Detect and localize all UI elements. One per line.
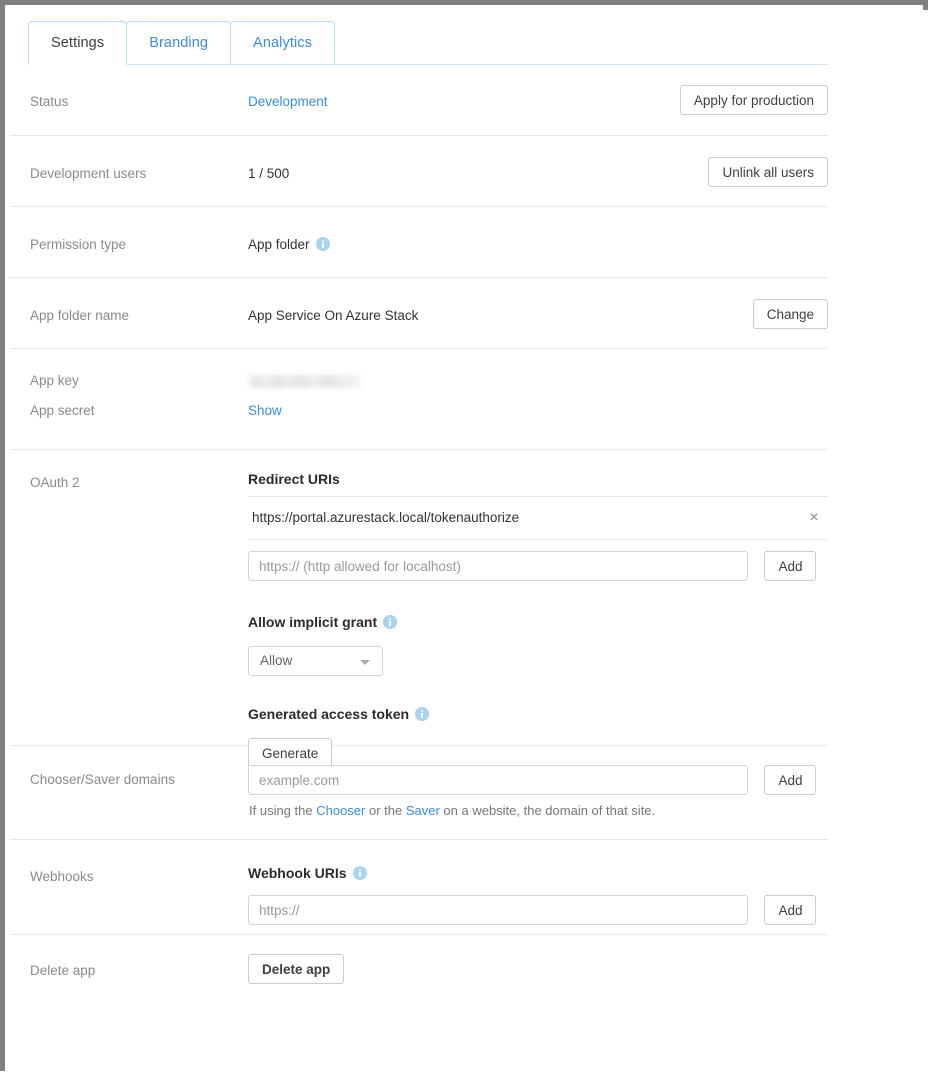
row-status: Status Development Apply for production — [10, 64, 828, 136]
window-frame: Settings Branding Analytics Status Devel… — [0, 0, 928, 1071]
row-chooser-saver-domains: Chooser/Saver domains Add If using the C… — [10, 746, 828, 840]
delete-app-label: Delete app — [30, 963, 95, 978]
apply-for-production-button[interactable]: Apply for production — [680, 85, 828, 115]
chooser-saver-add-group: Add — [248, 765, 816, 795]
permission-type-label: Permission type — [30, 237, 126, 252]
unlink-users-button-wrap: Unlink all users — [708, 157, 828, 187]
tab-branding-label: Branding — [149, 35, 208, 51]
chooser-saver-helper: If using the Chooser or the Saver on a w… — [249, 803, 655, 818]
app-secret-show-link[interactable]: Show — [248, 403, 282, 418]
saver-link[interactable]: Saver — [406, 803, 440, 818]
status-value-link[interactable]: Development — [248, 94, 328, 109]
allow-implicit-grant-heading: Allow implicit grant — [248, 614, 397, 630]
generated-access-token-heading: Generated access token — [248, 706, 429, 722]
app-secret-label: App secret — [30, 403, 95, 418]
webhook-uris-label: Webhook URIs — [248, 865, 347, 881]
row-permission-type: Permission type App folder — [10, 207, 828, 278]
row-delete-app: Delete app Delete app — [10, 935, 828, 1007]
redirect-uri-item: https://portal.azurestack.local/tokenaut… — [248, 496, 828, 540]
app-settings-page: Settings Branding Analytics Status Devel… — [10, 10, 928, 1076]
permission-type-value: App folder — [248, 237, 310, 252]
tab-settings[interactable]: Settings — [28, 21, 127, 65]
close-icon[interactable]: × — [804, 508, 824, 528]
info-icon[interactable] — [383, 615, 397, 629]
tab-branding[interactable]: Branding — [126, 21, 231, 65]
row-webhooks: Webhooks Webhook URIs Add — [10, 840, 828, 935]
redirect-uri-input[interactable] — [248, 551, 748, 581]
apply-production-button-wrap: Apply for production — [680, 85, 828, 115]
webhook-add-group: Add — [248, 895, 816, 925]
delete-app-button[interactable]: Delete app — [248, 954, 344, 984]
allow-implicit-grant-label: Allow implicit grant — [248, 614, 377, 630]
helper-prefix: If using the — [249, 803, 316, 818]
generated-access-token-label: Generated access token — [248, 706, 409, 722]
app-key-value — [248, 373, 361, 388]
redirect-uri-add-button[interactable]: Add — [764, 551, 816, 581]
permission-type-value-wrap: App folder — [248, 237, 330, 252]
tab-analytics[interactable]: Analytics — [230, 21, 335, 65]
row-oauth2: OAuth 2 Redirect URIs https://portal.azu… — [10, 450, 828, 746]
chooser-saver-add-button[interactable]: Add — [764, 765, 816, 795]
allow-implicit-grant-value: Allow — [260, 653, 292, 668]
helper-suffix: on a website, the domain of that site. — [440, 803, 655, 818]
row-development-users: Development users 1 / 500 Unlink all use… — [10, 136, 828, 207]
row-app-folder-name: App folder name App Service On Azure Sta… — [10, 278, 828, 349]
chevron-down-icon — [360, 660, 370, 665]
tab-list: Settings Branding Analytics — [28, 21, 334, 65]
allow-implicit-grant-select[interactable]: Allow — [248, 646, 383, 676]
change-button-wrap: Change — [753, 299, 828, 329]
settings-content: Status Development Apply for production … — [10, 64, 828, 1007]
row-app-credentials: App key App secret Show — [10, 349, 828, 450]
info-icon[interactable] — [353, 866, 367, 880]
development-users-value: 1 / 500 — [248, 166, 289, 181]
webhook-uris-heading: Webhook URIs — [248, 865, 367, 881]
chooser-saver-label: Chooser/Saver domains — [30, 772, 175, 787]
redirect-uris-heading: Redirect URIs — [248, 471, 340, 487]
development-users-label: Development users — [30, 166, 146, 181]
redirect-uri-add-group: Add — [248, 551, 816, 581]
app-folder-name-label: App folder name — [30, 308, 129, 323]
info-icon[interactable] — [415, 707, 429, 721]
tab-analytics-label: Analytics — [253, 35, 312, 51]
info-icon[interactable] — [316, 237, 330, 251]
tab-bar: Settings Branding Analytics — [10, 16, 828, 64]
change-button[interactable]: Change — [753, 299, 828, 329]
app-key-redacted — [248, 375, 361, 388]
helper-middle: or the — [365, 803, 405, 818]
webhook-uri-input[interactable] — [248, 895, 748, 925]
status-label: Status — [30, 94, 68, 109]
unlink-all-users-button[interactable]: Unlink all users — [708, 157, 828, 187]
webhook-add-button[interactable]: Add — [764, 895, 816, 925]
chooser-link[interactable]: Chooser — [316, 803, 365, 818]
tab-settings-label: Settings — [51, 35, 104, 51]
webhooks-label: Webhooks — [30, 869, 94, 884]
redirect-uri-value: https://portal.azurestack.local/tokenaut… — [252, 510, 519, 525]
oauth2-label: OAuth 2 — [30, 475, 80, 490]
app-key-label: App key — [30, 373, 79, 388]
app-folder-name-value: App Service On Azure Stack — [248, 308, 418, 323]
chooser-saver-input[interactable] — [248, 765, 748, 795]
